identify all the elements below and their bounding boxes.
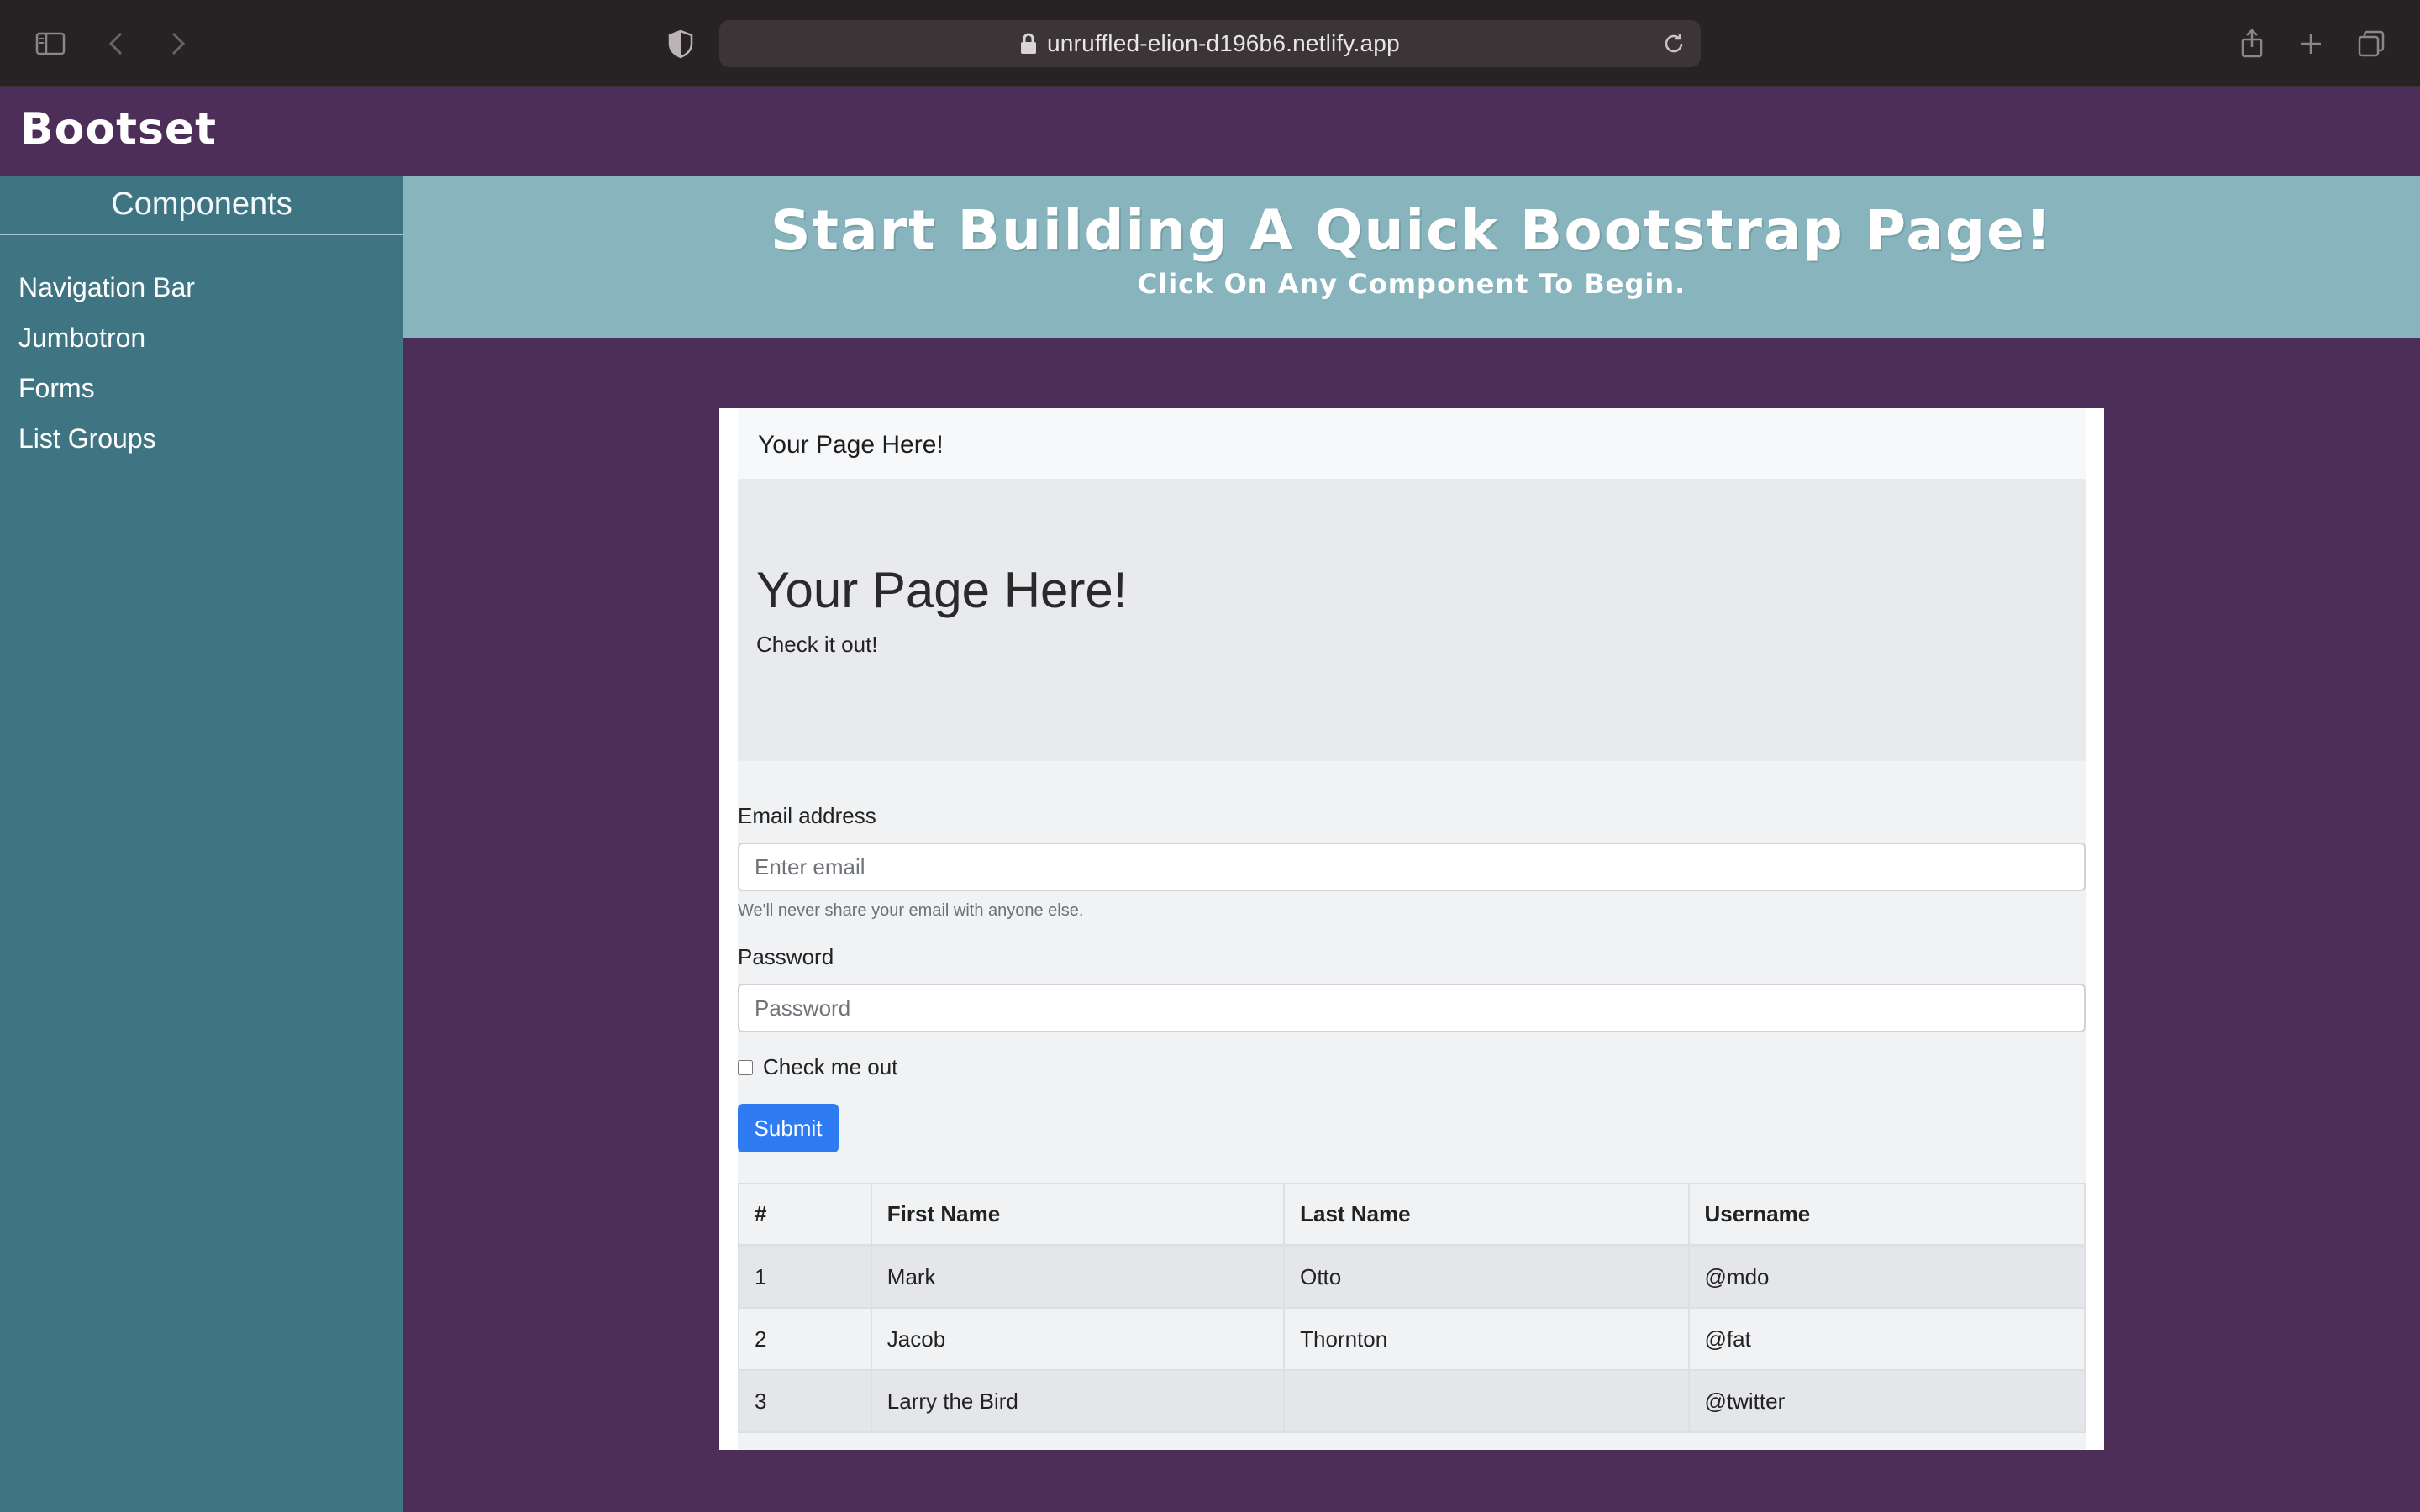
preview-table: # First Name Last Name Username 1 Mark O… bbox=[738, 1183, 2086, 1433]
check-me-out-checkbox[interactable] bbox=[738, 1059, 753, 1075]
submit-button[interactable]: Submit bbox=[738, 1104, 839, 1152]
preview-navbar: Your Page Here! bbox=[738, 408, 2086, 479]
hero-banner: Start Building A Quick Bootstrap Page! C… bbox=[403, 176, 2420, 338]
check-me-out-label: Check me out bbox=[763, 1054, 898, 1079]
sidebar-item-navigation-bar[interactable]: Navigation Bar bbox=[0, 262, 403, 312]
check-me-out-row[interactable]: Check me out bbox=[738, 1054, 2086, 1080]
table-header-row: # First Name Last Name Username bbox=[738, 1183, 2086, 1247]
preview-jumbotron: Your Page Here! Check it out! bbox=[738, 479, 2086, 761]
table-cell: Thornton bbox=[1283, 1307, 1690, 1371]
hero-title: Start Building A Quick Bootstrap Page! bbox=[770, 198, 2053, 263]
table-cell: @twitter bbox=[1687, 1369, 2086, 1433]
table-header-cell: Username bbox=[1687, 1183, 2086, 1247]
table-cell: Jacob bbox=[870, 1307, 1286, 1371]
preview-navbar-brand[interactable]: Your Page Here! bbox=[758, 431, 944, 459]
sidebar-title: Components bbox=[0, 176, 403, 235]
table-cell: Mark bbox=[870, 1245, 1286, 1309]
table-cell: 3 bbox=[738, 1369, 872, 1433]
jumbotron-heading: Your Page Here! bbox=[756, 562, 1128, 618]
password-label: Password bbox=[738, 944, 834, 969]
email-label: Email address bbox=[738, 803, 876, 828]
password-field[interactable] bbox=[738, 984, 2086, 1032]
hero-subtitle: Click On Any Component To Begin. bbox=[1137, 268, 1686, 300]
table-cell: Larry the Bird bbox=[870, 1369, 1286, 1433]
components-sidebar: Components Navigation Bar Jumbotron Form… bbox=[0, 176, 403, 1512]
table-cell: 2 bbox=[738, 1307, 872, 1371]
table-header-cell: # bbox=[738, 1183, 872, 1247]
sidebar-item-list-groups[interactable]: List Groups bbox=[0, 413, 403, 464]
table-header-cell: First Name bbox=[870, 1183, 1286, 1247]
email-field[interactable] bbox=[738, 843, 2086, 891]
sidebar-toggle-icon[interactable] bbox=[30, 24, 71, 64]
email-help-text: We'll never share your email with anyone… bbox=[738, 901, 1084, 920]
table-row: 3 Larry the Bird @twitter bbox=[738, 1369, 2086, 1433]
lock-icon bbox=[1021, 33, 1036, 54]
browser-toolbar: unruffled-elion-d196b6.netlify.app bbox=[0, 0, 2420, 87]
back-icon[interactable] bbox=[97, 24, 138, 64]
url-text: unruffled-elion-d196b6.netlify.app bbox=[1047, 30, 1400, 56]
table-cell: @mdo bbox=[1687, 1245, 2086, 1309]
new-tab-icon[interactable] bbox=[2291, 24, 2331, 64]
table-header-cell: Last Name bbox=[1283, 1183, 1690, 1247]
jumbotron-text: Check it out! bbox=[756, 632, 878, 657]
share-icon[interactable] bbox=[2232, 24, 2272, 64]
address-bar[interactable]: unruffled-elion-d196b6.netlify.app bbox=[719, 20, 1701, 67]
site-navbar: Bootset bbox=[0, 87, 2420, 176]
forward-icon[interactable] bbox=[156, 24, 197, 64]
table-cell: @fat bbox=[1687, 1307, 2086, 1371]
preview-content: Your Page Here! Your Page Here! Check it… bbox=[738, 408, 2086, 1450]
sidebar-item-jumbotron[interactable]: Jumbotron bbox=[0, 312, 403, 363]
table-row: 1 Mark Otto @mdo bbox=[738, 1245, 2086, 1309]
table-cell bbox=[1283, 1369, 1690, 1433]
privacy-shield-icon[interactable] bbox=[660, 24, 701, 64]
preview-form: Email address We'll never share your ema… bbox=[738, 761, 2086, 1152]
table-row: 2 Jacob Thornton @fat bbox=[738, 1307, 2086, 1371]
sidebar-item-forms[interactable]: Forms bbox=[0, 363, 403, 413]
table-cell: 1 bbox=[738, 1245, 872, 1309]
sidebar-list: Navigation Bar Jumbotron Forms List Grou… bbox=[0, 235, 403, 464]
tab-overview-icon[interactable] bbox=[2351, 24, 2391, 64]
reload-icon[interactable] bbox=[1660, 30, 1687, 57]
table-cell: Otto bbox=[1283, 1245, 1690, 1309]
page-preview: Your Page Here! Your Page Here! Check it… bbox=[719, 408, 2104, 1450]
brand-logo[interactable]: Bootset bbox=[20, 104, 217, 155]
